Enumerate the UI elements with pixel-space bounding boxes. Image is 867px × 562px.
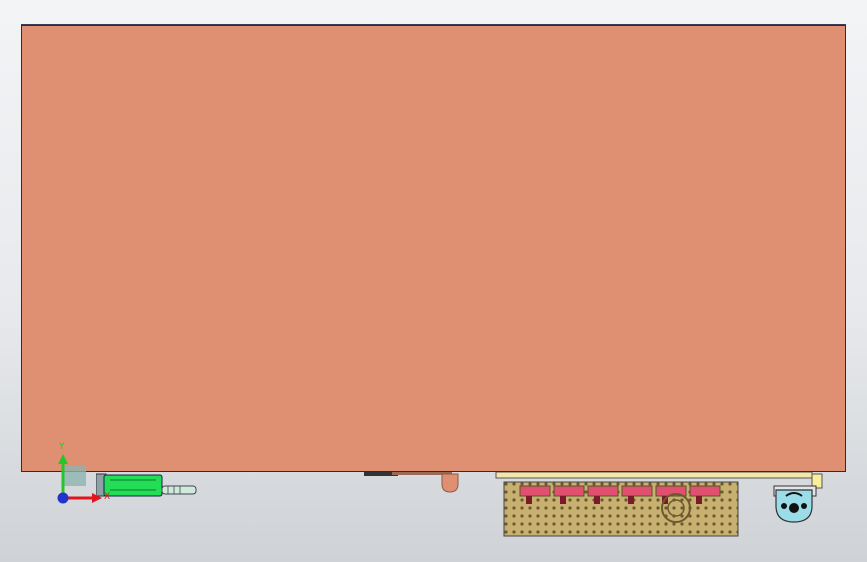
pcb-top-rail <box>495 472 813 479</box>
center-pin[interactable] <box>362 470 462 496</box>
led-3 <box>587 485 619 497</box>
connector-plug <box>161 485 197 495</box>
connector-body <box>103 474 163 497</box>
triad-x-label: X <box>104 492 111 502</box>
fan-connector[interactable] <box>772 476 818 524</box>
graphics-viewport[interactable]: Y X <box>0 0 867 562</box>
led-2 <box>553 485 585 497</box>
coordinate-triad: Y X <box>52 440 112 510</box>
triad-y-label: Y <box>59 442 65 452</box>
led-1 <box>519 485 551 497</box>
panel-part-face[interactable] <box>21 25 846 472</box>
led-6 <box>689 485 721 497</box>
led-4 <box>621 485 653 497</box>
